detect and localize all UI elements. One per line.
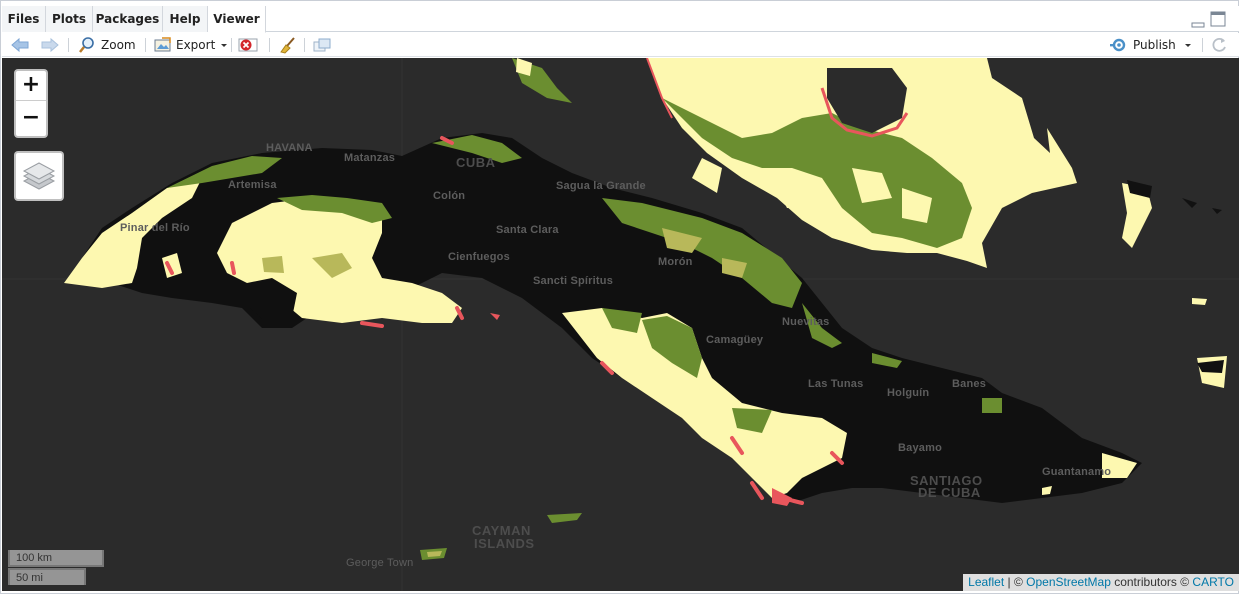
toolbar-divider (1202, 38, 1203, 52)
map-label-guantanamo: Guantanamo (1042, 466, 1112, 478)
export-label: Export (176, 38, 216, 52)
remove-viewer-button[interactable] (238, 35, 260, 55)
map-label-george-town: George Town (346, 557, 414, 569)
publish-icon (1110, 38, 1126, 52)
map-label-artemisa: Artemisa (228, 179, 277, 191)
carto-link[interactable]: CARTO (1192, 575, 1234, 589)
broom-icon (280, 37, 295, 54)
map-label-pinar-del-rio: Pinar del Río (120, 222, 190, 234)
maximize-pane-icon[interactable] (1210, 10, 1226, 28)
map-attribution: Leaflet | © OpenStreetMap contributors ©… (963, 574, 1239, 591)
tab-plots[interactable]: Plots (46, 6, 93, 32)
map-label-cienfuegos: Cienfuegos (448, 251, 510, 263)
zoom-in-button[interactable]: + (16, 71, 46, 101)
arrow-right-icon (41, 37, 59, 53)
scale-bar-km: 100 km (8, 550, 104, 567)
map-label-bayamo: Bayamo (898, 442, 942, 454)
zoom-button[interactable]: Zoom (78, 35, 136, 55)
toolbar-divider (304, 38, 305, 52)
show-in-window-button[interactable] (312, 35, 332, 55)
forward-button[interactable] (40, 35, 60, 55)
zoom-out-button[interactable]: − (16, 104, 46, 134)
toolbar-divider (68, 38, 69, 52)
popout-window-icon (313, 38, 331, 52)
toolbar-divider (269, 38, 270, 52)
export-image-icon (154, 37, 171, 52)
map-label-nuevitas: Nuevitas (782, 316, 830, 328)
pane-tab-bar: Files Plots Packages Help Viewer (2, 6, 1239, 33)
back-button[interactable] (10, 35, 30, 55)
map-label-de-cuba: DE CUBA (918, 485, 981, 500)
clear-all-button[interactable] (278, 35, 298, 55)
remove-icon (238, 38, 258, 52)
map-label-las-tunas: Las Tunas (808, 378, 864, 390)
toolbar-divider (231, 38, 232, 52)
refresh-button[interactable] (1210, 35, 1228, 55)
minimize-pane-icon[interactable] (1191, 14, 1205, 28)
zoom-control: + − (14, 69, 48, 138)
tab-help[interactable]: Help (163, 6, 208, 32)
layers-icon (22, 162, 56, 190)
zoom-label: Zoom (101, 38, 136, 52)
scale-bar-mi: 50 mi (8, 568, 86, 585)
dropdown-caret-icon (221, 44, 228, 47)
map-label-holguin: Holguín (887, 387, 930, 399)
magnifier-icon (79, 37, 94, 53)
export-menu-button[interactable]: Export (153, 35, 230, 55)
map-label-islands: ISLANDS (474, 536, 535, 551)
attribution-contributors: contributors © (1110, 575, 1193, 589)
publish-button[interactable]: Publish (1109, 35, 1196, 55)
toolbar-divider (145, 38, 146, 52)
leaflet-link[interactable]: Leaflet (968, 575, 1004, 589)
openstreetmap-link[interactable]: OpenStreetMap (1026, 575, 1111, 589)
publish-label: Publish (1133, 38, 1176, 52)
map-label-havana: HAVANA (266, 142, 313, 154)
map-label-sancti-spiritus: Sancti Spíritus (533, 275, 614, 287)
map-label-matanzas: Matanzas (344, 152, 396, 164)
refresh-icon (1212, 37, 1226, 52)
map-label-colon: Colón (433, 190, 466, 202)
dropdown-caret-icon (1184, 44, 1191, 47)
tab-packages[interactable]: Packages (93, 6, 163, 32)
leaflet-map[interactable]: HAVANA Matanzas CUBA Artemisa Colón Sagu… (2, 58, 1239, 591)
arrow-left-icon (11, 37, 29, 53)
viewer-pane: Files Plots Packages Help Viewer Zoom Ex… (0, 0, 1239, 594)
tab-files[interactable]: Files (2, 6, 46, 32)
map-label-moron: Morón (658, 256, 693, 268)
layers-control-button[interactable] (14, 151, 64, 201)
attribution-separator: | © (1004, 575, 1027, 589)
land-cover-map-graphic (2, 58, 1239, 591)
map-label-banes: Banes (952, 378, 987, 390)
map-label-cuba: CUBA (456, 155, 496, 170)
viewer-toolbar: Zoom Export Publish (2, 33, 1239, 57)
map-label-santa-clara: Santa Clara (496, 224, 559, 236)
map-label-sagua: Sagua la Grande (556, 180, 646, 192)
map-label-camaguey: Camagüey (706, 334, 764, 346)
tab-viewer[interactable]: Viewer (208, 6, 266, 33)
